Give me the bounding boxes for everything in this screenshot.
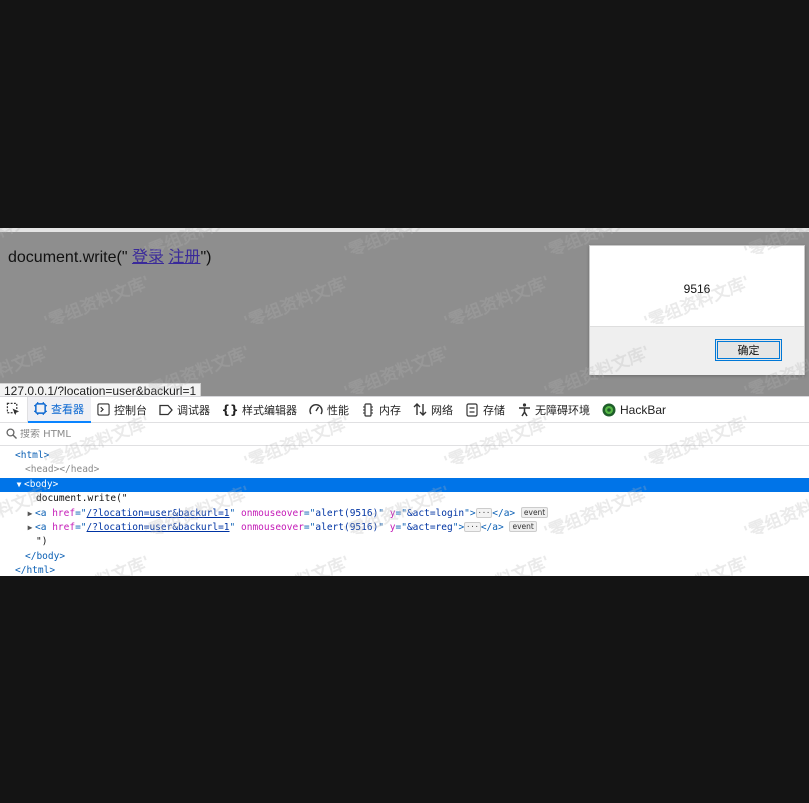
tab-memory-label: 内存 <box>379 403 401 417</box>
tab-debugger[interactable]: 调试器 <box>154 397 217 423</box>
tab-storage-label: 存储 <box>483 403 505 417</box>
attr-name-onmouseover: onmouseover <box>241 507 304 519</box>
search-icon <box>6 426 17 444</box>
tab-accessibility-label: 无障碍环境 <box>535 403 590 417</box>
alert-message: 9516 <box>683 282 711 296</box>
event-badge[interactable]: event <box>509 520 537 532</box>
text-node-end: ") <box>36 536 48 548</box>
attr-value-y: &act=login <box>406 507 465 519</box>
tree-row-text-node[interactable]: document.write(" <box>0 492 809 506</box>
tree-row-link-login[interactable]: ▶ <a href="/?location=user&backurl=1" onm… <box>0 506 809 521</box>
tree-row-link-reg[interactable]: ▶ <a href="/?location=user&backurl=1" onm… <box>0 520 809 535</box>
attr-value-href[interactable]: /?location=user&backurl=1 <box>87 508 230 519</box>
tab-style-editor[interactable]: {} 样式编辑器 <box>217 397 304 423</box>
accessibility-icon <box>517 402 531 417</box>
a-close-tag: </a> <box>480 521 504 533</box>
expand-triangle-icon[interactable]: ▶ <box>25 507 35 521</box>
alert-footer: 确定 <box>590 326 804 375</box>
event-badge[interactable]: event <box>520 506 549 518</box>
tree-row-html-close[interactable]: </html> <box>0 564 809 576</box>
browser-window: document.write(" 登录 注册") 9516 确定 127.0.0… <box>0 228 809 576</box>
tab-network[interactable]: 网络 <box>408 397 460 423</box>
attr-value-href[interactable]: /?location=user&backurl=1 <box>87 522 230 533</box>
tab-hackbar[interactable]: HackBar <box>597 397 673 423</box>
page-content: document.write(" 登录 注册") <box>8 243 211 267</box>
html-close-tag: </html> <box>15 565 56 576</box>
console-icon <box>96 403 110 417</box>
alert-dialog: 9516 确定 <box>589 245 805 375</box>
memory-icon <box>361 402 375 417</box>
page-text-prefix: document.write(" <box>8 249 132 266</box>
style-editor-icon: {} <box>221 402 239 417</box>
a-open-tag: <a <box>35 507 47 519</box>
debugger-icon <box>159 403 173 417</box>
element-picker-icon[interactable] <box>0 396 28 423</box>
tab-memory[interactable]: 内存 <box>356 397 408 423</box>
tab-debugger-label: 调试器 <box>177 403 210 417</box>
tab-console-label: 控制台 <box>114 403 147 417</box>
text-node: document.write(" <box>36 493 128 505</box>
register-link[interactable]: 注册 <box>168 249 200 266</box>
devtools-toolbar: 查看器 控制台 调试器 {} 样式编辑器 性能 内存 网络 存储 无障碍环境 H… <box>0 396 809 423</box>
search-html-input[interactable] <box>20 429 320 440</box>
network-icon <box>413 403 427 417</box>
attr-name-onmouseover: onmouseover <box>241 521 304 533</box>
expand-triangle-icon[interactable]: ▶ <box>25 521 35 535</box>
storage-icon <box>465 402 479 417</box>
a-close-tag: </a> <box>492 507 516 519</box>
alert-ok-button[interactable]: 确定 <box>715 339 782 361</box>
attr-name-href: href <box>52 521 76 533</box>
tab-inspector[interactable]: 查看器 <box>28 396 91 423</box>
tab-style-editor-label: 样式编辑器 <box>242 403 297 417</box>
tree-row-text-end[interactable]: ") <box>0 535 809 549</box>
body-open-tag: <body> <box>24 478 59 490</box>
status-bar-url: 127.0.0.1/?location=user&backurl=1 <box>0 383 202 396</box>
hackbar-icon <box>602 403 616 417</box>
tab-hackbar-label: HackBar <box>620 402 667 417</box>
tab-network-label: 网络 <box>431 403 453 417</box>
performance-icon <box>309 403 323 417</box>
tree-row-body[interactable]: ▼ <body> <box>0 477 809 493</box>
attr-value-onmouseover: alert(9516) <box>315 507 379 519</box>
attr-name-href: href <box>52 507 76 519</box>
tab-performance-label: 性能 <box>327 403 349 417</box>
devtools-panel: 查看器 控制台 调试器 {} 样式编辑器 性能 内存 网络 存储 无障碍环境 H… <box>0 396 809 576</box>
attr-value-onmouseover: alert(9516) <box>315 521 379 533</box>
tab-inspector-label: 查看器 <box>51 402 84 416</box>
collapse-triangle-icon[interactable]: ▼ <box>14 478 24 492</box>
tree-row-html[interactable]: <html> <box>0 449 809 463</box>
html-open-tag: <html> <box>15 450 50 461</box>
head-tag: <head></head> <box>25 464 100 476</box>
a-open-tag: <a <box>35 521 47 533</box>
tab-performance[interactable]: 性能 <box>304 397 356 423</box>
tab-console[interactable]: 控制台 <box>91 397 154 423</box>
body-close-tag: </body> <box>25 550 66 562</box>
tab-storage[interactable]: 存储 <box>460 397 512 423</box>
tree-row-body-close[interactable]: </body> <box>0 550 809 564</box>
inspector-icon <box>33 402 47 416</box>
markup-tree: <html> <head></head> ▼ <body> document.wr… <box>0 449 809 576</box>
attr-value-y: &act=reg <box>406 521 453 533</box>
login-link[interactable]: 登录 <box>132 249 164 266</box>
tree-row-head[interactable]: <head></head> <box>0 463 809 477</box>
tab-accessibility[interactable]: 无障碍环境 <box>512 397 597 423</box>
page-text-suffix: ") <box>200 249 212 266</box>
ellipsis-icon[interactable]: ··· <box>475 507 493 518</box>
page-viewport: document.write(" 登录 注册") 9516 确定 127.0.0… <box>0 232 809 396</box>
ellipsis-icon[interactable]: ··· <box>464 521 481 532</box>
html-search-bar <box>0 424 809 446</box>
